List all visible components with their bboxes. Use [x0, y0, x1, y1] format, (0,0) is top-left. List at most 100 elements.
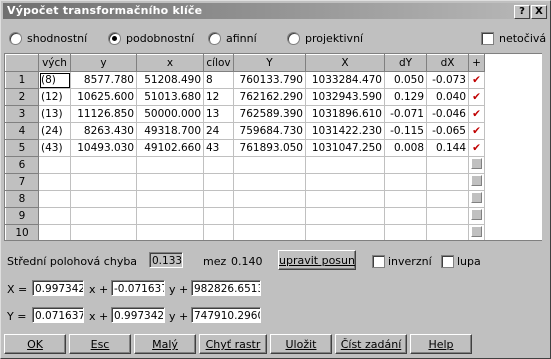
cell-x[interactable] — [136, 190, 204, 208]
cell-y[interactable] — [70, 173, 137, 191]
radio-circle-selected[interactable] — [108, 31, 121, 45]
radio-circle[interactable] — [208, 31, 221, 45]
close-title-button[interactable]: X — [531, 5, 547, 19]
row-header[interactable]: 7 — [5, 173, 39, 191]
col-header-dX[interactable]: dX — [426, 54, 469, 72]
cell-vych[interactable] — [38, 207, 71, 225]
flag-box-icon[interactable] — [471, 192, 482, 203]
cell-x[interactable]: 51013.680 — [136, 88, 204, 106]
cell-X[interactable] — [305, 156, 385, 174]
cell-Y[interactable]: 761893.050 — [233, 139, 306, 157]
cell-Y[interactable] — [233, 224, 306, 240]
table-row[interactable]: 8 — [5, 190, 485, 208]
cell-dY[interactable] — [384, 207, 427, 225]
radio-podobnostni[interactable]: podobnostní — [108, 31, 194, 45]
check-flag-icon[interactable]: ✔ — [468, 122, 485, 140]
cist-zadani-button[interactable]: Číst zadání — [335, 334, 407, 354]
cell-y[interactable] — [70, 224, 137, 240]
eq-y-coef-a[interactable]: 0.071637 — [32, 307, 84, 323]
ulozit-button[interactable]: Uložit — [270, 334, 332, 354]
cell-X[interactable] — [305, 224, 385, 240]
table-row[interactable]: 1 (8) 8577.780 51208.490 8 760133.790 1033284.… — [5, 71, 485, 89]
help-button[interactable]: Help — [410, 334, 472, 354]
cell-dX[interactable] — [426, 224, 469, 240]
cell-dX[interactable] — [426, 207, 469, 225]
radio-afinni[interactable]: afinní — [208, 31, 257, 45]
vertical-scrollbar[interactable] — [542, 53, 550, 241]
cell-Y[interactable]: 760133.790 — [233, 71, 306, 89]
cell-cil[interactable]: 43 — [203, 139, 234, 157]
cell-cil[interactable] — [203, 156, 234, 174]
eq-x-const[interactable]: 982826.6513 — [191, 280, 261, 296]
row-header[interactable]: 2 — [5, 88, 39, 106]
netociva-checkbox[interactable]: netočivá — [481, 31, 546, 45]
cell-Y[interactable] — [233, 190, 306, 208]
cell-dX[interactable] — [426, 156, 469, 174]
flag-box[interactable] — [468, 156, 485, 174]
points-table[interactable]: vých y x cílov Y X dY dX + 1 (8) 8577.780 5… — [4, 53, 543, 241]
cell-cil[interactable]: 8 — [203, 71, 234, 89]
col-header-y[interactable]: y — [70, 54, 137, 72]
cell-dY[interactable] — [384, 173, 427, 191]
cell-dX[interactable] — [426, 190, 469, 208]
table-row[interactable]: 9 — [5, 207, 485, 225]
cell-x[interactable]: 49102.660 — [136, 139, 204, 157]
cell-x[interactable] — [136, 207, 204, 225]
flag-box[interactable] — [468, 207, 485, 225]
cell-Y[interactable] — [233, 207, 306, 225]
cell-dY[interactable]: -0.071 — [384, 105, 427, 123]
cell-X[interactable] — [305, 190, 385, 208]
cell-y[interactable] — [70, 156, 137, 174]
row-header[interactable]: 5 — [5, 139, 39, 157]
table-row[interactable]: 4 (24) 8263.430 49318.700 24 759684.730 103142… — [5, 122, 485, 140]
radio-circle[interactable] — [9, 31, 22, 45]
table-row[interactable]: 7 — [5, 173, 485, 191]
check-flag-icon[interactable]: ✔ — [468, 139, 485, 157]
eq-y-const[interactable]: 747910.2960 — [191, 307, 261, 323]
cell-dY[interactable] — [384, 156, 427, 174]
col-header-dY[interactable]: dY — [384, 54, 427, 72]
row-header[interactable]: 9 — [5, 207, 39, 225]
cell-Y[interactable] — [233, 173, 306, 191]
cell-dY[interactable] — [384, 190, 427, 208]
flag-box-icon[interactable] — [471, 226, 482, 237]
upravit-posun-button[interactable]: upravit posun — [278, 250, 356, 270]
cell-Y[interactable]: 762162.290 — [233, 88, 306, 106]
cell-x[interactable] — [136, 156, 204, 174]
flag-box-icon[interactable] — [471, 209, 482, 220]
cell-dY[interactable]: -0.115 — [384, 122, 427, 140]
table-row[interactable]: 10 — [5, 224, 485, 240]
radio-projektivni[interactable]: projektivní — [287, 31, 363, 45]
cell-cil[interactable] — [203, 173, 234, 191]
eq-x-coef-b[interactable]: -0.071637 — [111, 280, 165, 296]
netociva-check-box[interactable] — [481, 31, 494, 45]
cell-X[interactable]: 1033284.470 — [305, 71, 385, 89]
cell-X[interactable]: 1032943.590 — [305, 88, 385, 106]
cell-dY[interactable] — [384, 224, 427, 240]
cell-Y[interactable]: 762589.390 — [233, 105, 306, 123]
cell-dX[interactable]: -0.065 — [426, 122, 469, 140]
table-row[interactable]: 2 (12) 10625.600 51013.680 12 762162.290 10329… — [5, 88, 485, 106]
cell-X[interactable]: 1031896.610 — [305, 105, 385, 123]
cell-y[interactable]: 10625.600 — [70, 88, 137, 106]
row-header[interactable]: 1 — [5, 71, 39, 89]
cell-y[interactable]: 8263.430 — [70, 122, 137, 140]
eq-x-coef-a[interactable]: 0.997342 — [32, 280, 84, 296]
cell-vych[interactable] — [38, 190, 71, 208]
flag-box[interactable] — [468, 173, 485, 191]
cell-Y[interactable]: 759684.730 — [233, 122, 306, 140]
cell-y[interactable]: 10493.030 — [70, 139, 137, 157]
cell-y[interactable]: 8577.780 — [70, 71, 137, 89]
cell-y[interactable]: 11126.850 — [70, 105, 137, 123]
title-bar[interactable]: Výpočet transformačního klíče ? X — [3, 3, 548, 19]
cell-dX[interactable]: 0.040 — [426, 88, 469, 106]
cell-cil[interactable] — [203, 190, 234, 208]
cell-x[interactable]: 51208.490 — [136, 71, 204, 89]
check-flag-icon[interactable]: ✔ — [468, 88, 485, 106]
cell-dX[interactable]: 0.144 — [426, 139, 469, 157]
ok-button[interactable]: OK — [4, 334, 66, 354]
cell-y[interactable] — [70, 190, 137, 208]
cell-vych[interactable]: (8) — [38, 71, 71, 89]
radio-circle[interactable] — [287, 31, 300, 45]
row-header[interactable]: 3 — [5, 105, 39, 123]
